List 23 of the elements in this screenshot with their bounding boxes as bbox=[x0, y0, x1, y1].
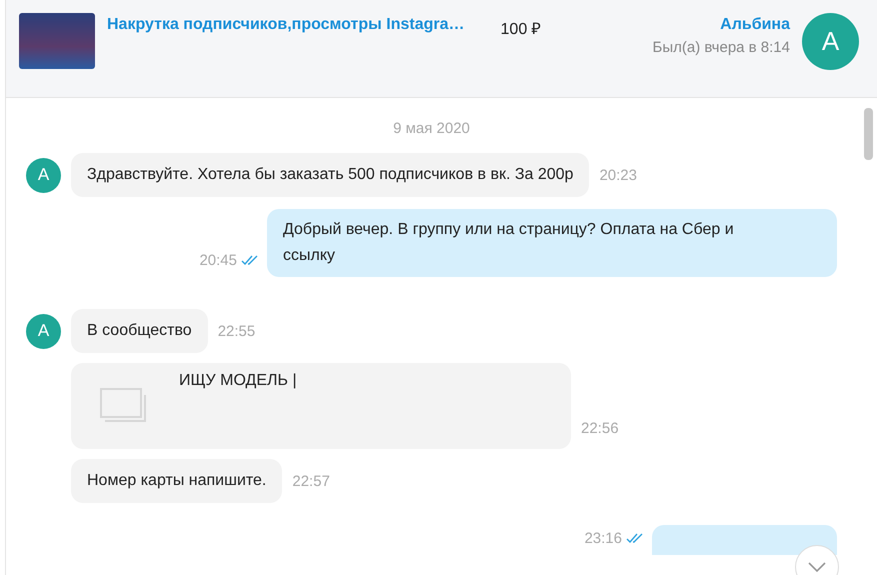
listing-price: 100 ₽ bbox=[500, 20, 541, 39]
message-time: 20:23 bbox=[599, 166, 637, 184]
message-bubble: Здравствуйте. Хотела бы заказать 500 подписчиков в вк. За 200р bbox=[71, 153, 590, 197]
link-preview-card[interactable]: ИЩУ МОДЕЛЬ | bbox=[71, 363, 571, 449]
image-placeholder-icon bbox=[97, 385, 149, 425]
message-time: 22:56 bbox=[581, 420, 619, 437]
message-bubble: В сообщество bbox=[71, 309, 208, 353]
message-bubble: Добрый вечер. В группу или на страницу? Оплата на Сбер и ссылку bbox=[267, 209, 837, 277]
message-time: 20:45 bbox=[199, 252, 237, 269]
date-separator: 9 мая 2020 bbox=[392, 119, 471, 139]
scrollbar-thumb[interactable] bbox=[864, 108, 873, 160]
chevron-down-icon bbox=[808, 562, 826, 572]
contact-name-link[interactable]: Альбина bbox=[720, 16, 790, 34]
last-seen-text: Был(а) вчера в 8:14 bbox=[652, 39, 790, 56]
message-time: 22:57 bbox=[292, 472, 330, 490]
user-avatar[interactable]: А bbox=[26, 158, 61, 192]
message-time: 23:16 bbox=[584, 530, 622, 547]
user-avatar[interactable]: А bbox=[26, 314, 61, 348]
listing-title-link[interactable]: Накрутка подписчиков,просмотры Instagra… bbox=[107, 16, 465, 34]
message-time: 22:55 bbox=[218, 322, 256, 340]
link-preview-title: ИЩУ МОДЕЛЬ | bbox=[179, 371, 297, 391]
message-bubble: Номер карты напишите. bbox=[71, 459, 282, 503]
contact-avatar[interactable]: А bbox=[802, 13, 859, 70]
